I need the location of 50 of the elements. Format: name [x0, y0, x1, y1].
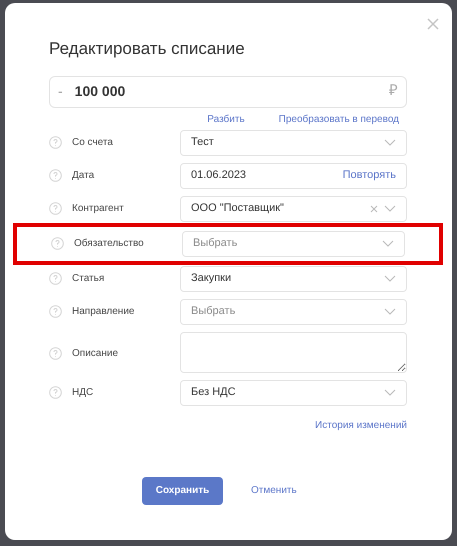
- chevron-down-icon[interactable]: [384, 139, 396, 146]
- close-icon[interactable]: [427, 18, 439, 30]
- select-field[interactable]: Без НДС: [180, 380, 407, 406]
- field-label: Дата: [72, 169, 94, 183]
- action-link[interactable]: Разбить: [207, 112, 245, 126]
- field-label: Описание: [72, 346, 118, 360]
- field-label: Статья: [72, 272, 104, 286]
- field-value: Без НДС: [191, 385, 236, 400]
- chevron-down-icon[interactable]: [384, 275, 396, 282]
- help-icon[interactable]: [49, 346, 62, 360]
- field-label: НДС: [72, 386, 94, 400]
- date-field[interactable]: 01.06.2023 Повторять: [180, 162, 407, 188]
- select-field[interactable]: Выбрать: [180, 298, 407, 324]
- field-label: Обязательство: [74, 237, 144, 251]
- chevron-down-icon[interactable]: [384, 205, 396, 212]
- help-icon[interactable]: [49, 202, 62, 215]
- save-button[interactable]: Сохранить: [142, 476, 223, 504]
- help-icon[interactable]: [49, 272, 62, 285]
- amount-value: 100 000: [74, 82, 126, 101]
- cancel-button[interactable]: Отменить: [251, 483, 297, 498]
- field-value: 01.06.2023: [191, 168, 246, 184]
- sign-label: -: [58, 82, 63, 101]
- help-icon[interactable]: [49, 136, 62, 149]
- field-value: Закупки: [191, 271, 232, 286]
- amount-field[interactable]: - 100 000 ₽: [49, 76, 407, 108]
- currency-label: ₽: [389, 81, 398, 102]
- action-link[interactable]: Преобразовать в перевод: [278, 112, 399, 126]
- field-placeholder: Выбрать: [191, 304, 236, 320]
- select-field[interactable]: ООО "Поставщик": [180, 196, 407, 222]
- chevron-down-icon[interactable]: [384, 389, 396, 396]
- field-value: ООО "Поставщик": [191, 201, 284, 216]
- help-icon[interactable]: [49, 386, 62, 399]
- repeat-link[interactable]: Повторять: [342, 167, 396, 184]
- help-icon[interactable]: [49, 169, 62, 182]
- field-label: Контрагент: [72, 202, 124, 216]
- field-placeholder: Выбрать: [193, 236, 238, 252]
- select-field[interactable]: Выбрать: [182, 230, 405, 256]
- select-field[interactable]: Тест: [180, 130, 407, 156]
- chevron-down-icon[interactable]: [382, 240, 394, 247]
- clear-icon[interactable]: [370, 204, 378, 212]
- history-link[interactable]: История изменений: [315, 418, 407, 432]
- field-value: Тест: [191, 135, 214, 150]
- select-field[interactable]: Закупки: [180, 266, 407, 292]
- help-icon[interactable]: [51, 237, 64, 250]
- description-field[interactable]: [180, 332, 407, 372]
- help-icon[interactable]: [49, 305, 62, 318]
- dialog-title: Редактировать списание: [49, 38, 246, 60]
- chevron-down-icon[interactable]: [384, 308, 396, 315]
- field-label: Со счета: [72, 136, 113, 150]
- field-label: Направление: [72, 305, 134, 319]
